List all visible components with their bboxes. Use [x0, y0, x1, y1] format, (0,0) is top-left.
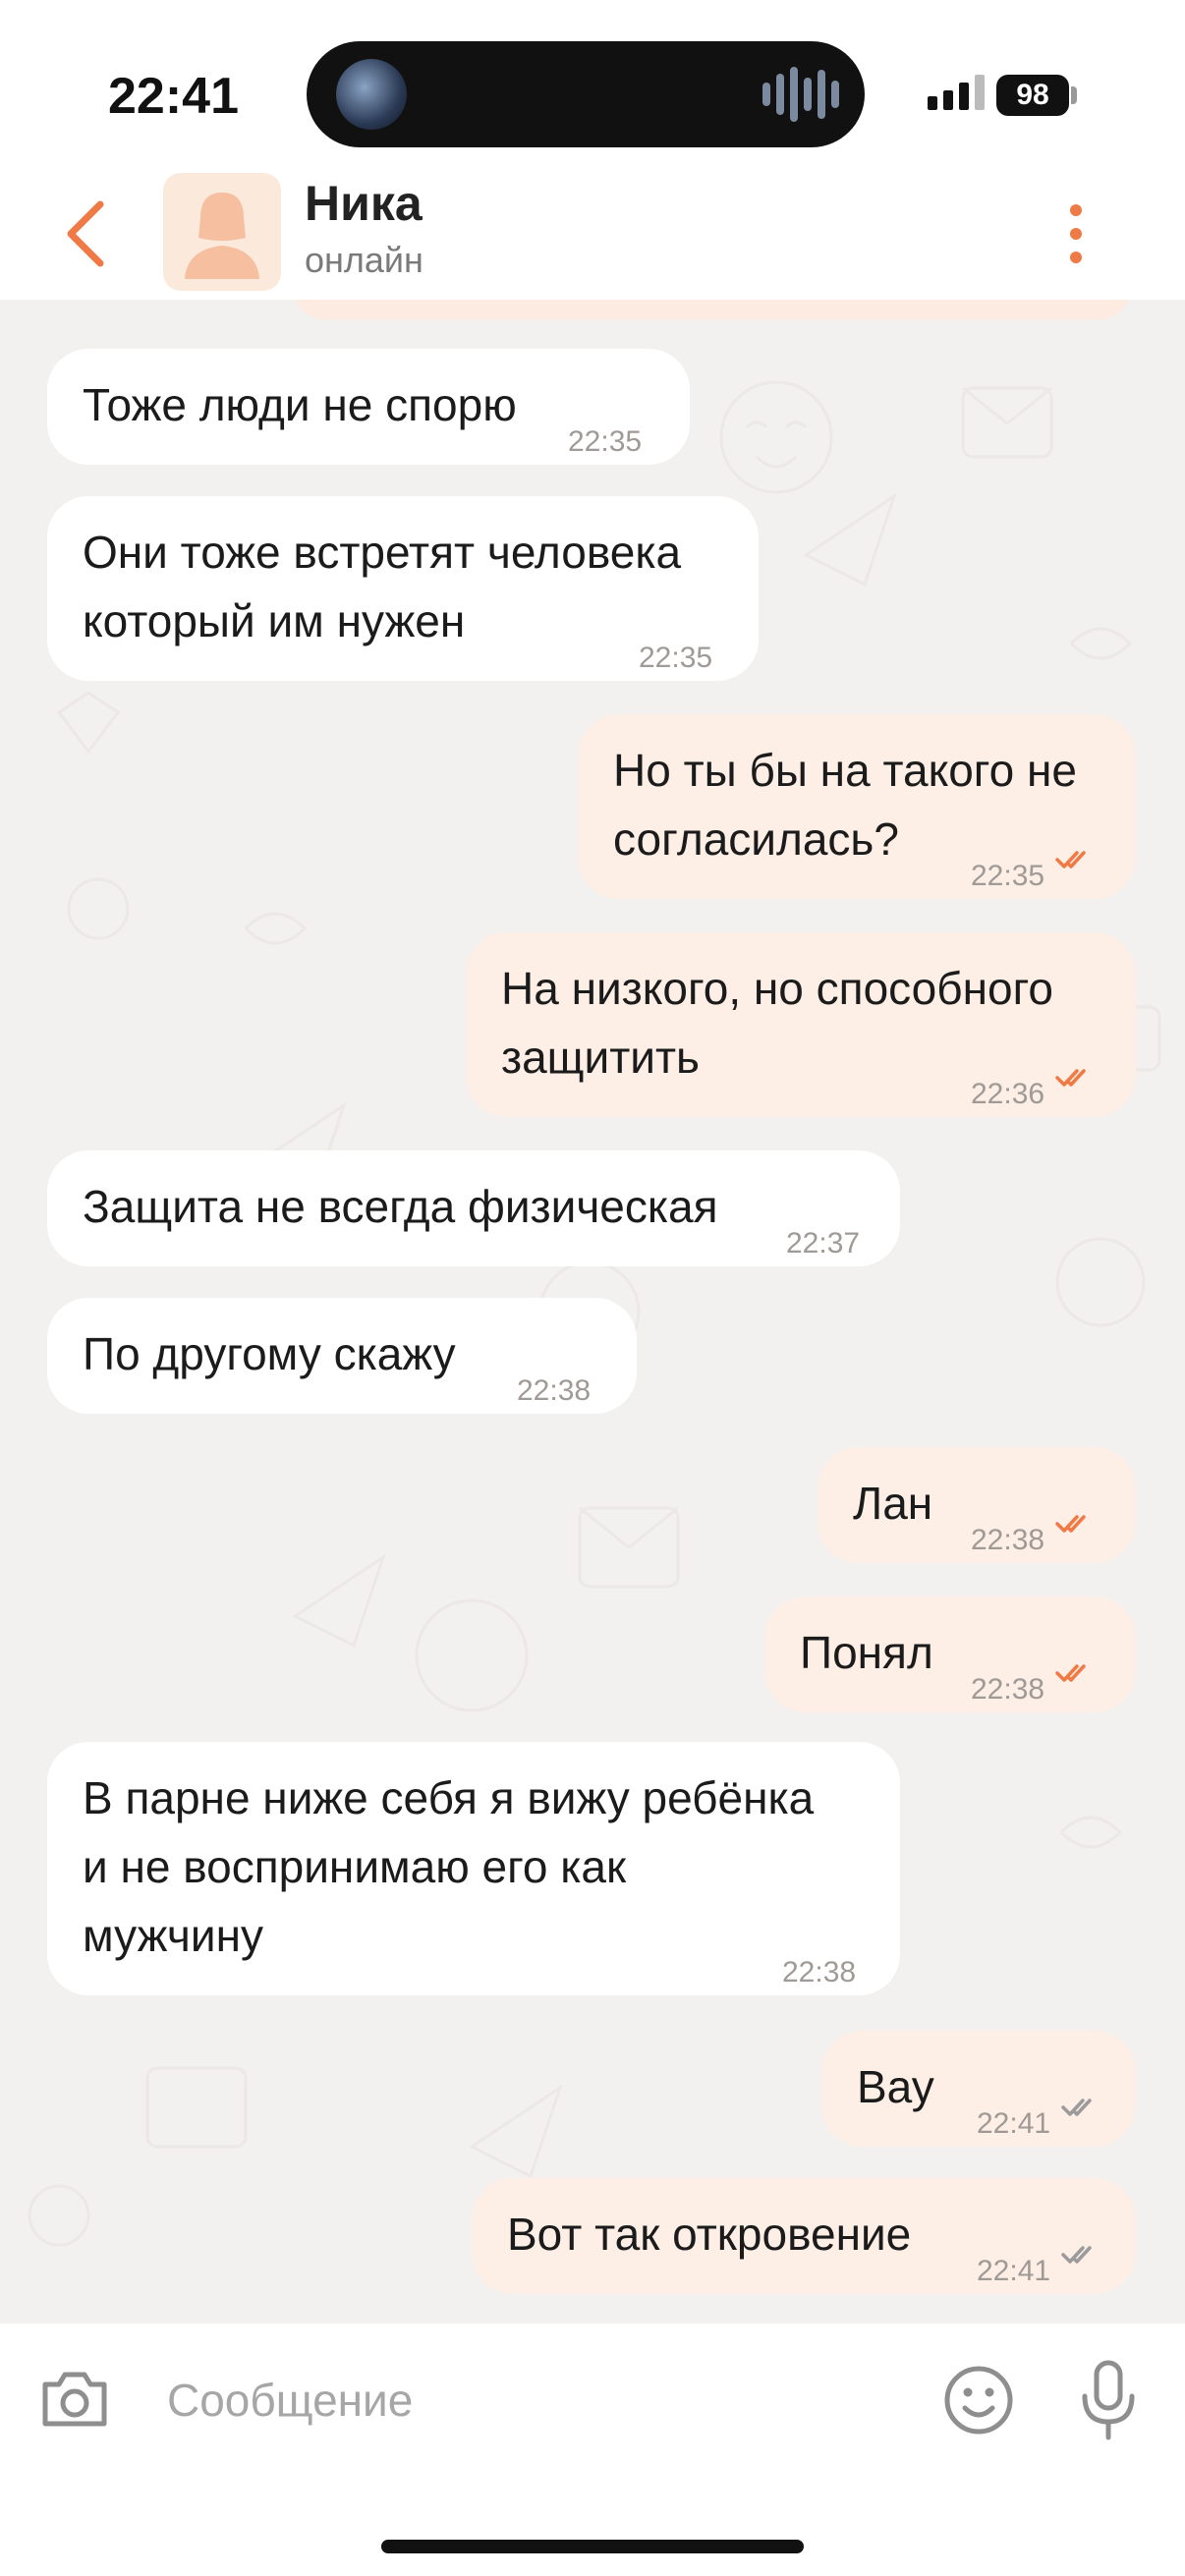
incoming-message[interactable]: Защита не всегда физическая 22:37	[47, 1150, 900, 1266]
now-playing-artwork	[336, 59, 407, 130]
message-time: 22:41	[977, 2107, 1051, 2140]
camera-icon	[42, 2372, 107, 2427]
delivered-ticks-icon	[1061, 2099, 1092, 2116]
audio-waveform-icon	[762, 65, 839, 124]
smiley-icon	[944, 2366, 1013, 2435]
outgoing-message[interactable]: Лан 22:38	[818, 1447, 1136, 1563]
camera-button[interactable]	[39, 2367, 110, 2432]
battery-icon	[1071, 86, 1077, 104]
vertical-dots-icon	[1070, 204, 1082, 216]
outgoing-message[interactable]: Понял 22:38	[764, 1596, 1136, 1712]
incoming-message[interactable]: Тоже люди не спорю 22:35	[47, 349, 690, 465]
more-options-button[interactable]	[1051, 196, 1100, 275]
dynamic-island[interactable]	[307, 41, 865, 147]
read-ticks-icon	[1055, 851, 1086, 868]
battery-level: 98	[996, 75, 1069, 116]
message-time: 22:35	[639, 642, 713, 674]
emoji-button[interactable]	[941, 2363, 1016, 2437]
message-time: 22:38	[782, 1956, 857, 1988]
voice-message-button[interactable]	[1077, 2359, 1140, 2441]
message-list[interactable]: Тоже люди не спорю 22:35 Они тоже встретят…	[0, 300, 1185, 2324]
message-text: Понял	[800, 1627, 933, 1678]
message-time: 22:41	[977, 2255, 1051, 2287]
message-text: Вот так откровение	[507, 2209, 912, 2260]
message-text: По другому скажу	[83, 1328, 456, 1379]
contact-name[interactable]: Ника	[305, 175, 423, 232]
back-button[interactable]	[57, 195, 116, 273]
message-text: Защита не всегда физическая	[83, 1181, 718, 1232]
chat-header: Ника онлайн	[0, 167, 1185, 300]
message-time: 22:36	[971, 1078, 1045, 1110]
status-bar: 22:41 98	[0, 0, 1185, 177]
microphone-icon	[1082, 2360, 1135, 2440]
message-time: 22:38	[971, 1524, 1045, 1556]
message-time: 22:38	[517, 1374, 592, 1407]
read-ticks-icon	[1055, 1069, 1086, 1087]
message-time: 22:35	[568, 425, 643, 458]
outgoing-message[interactable]: Но ты бы на такого не согласилась? 22:35	[578, 714, 1136, 899]
outgoing-message[interactable]: Вау 22:41	[821, 2031, 1136, 2147]
status-time: 22:41	[108, 68, 239, 125]
message-text: Они тоже встретят человека который им ну…	[83, 527, 682, 646]
message-time: 22:35	[971, 860, 1045, 892]
avatar[interactable]	[163, 173, 281, 291]
previous-message-edge	[295, 300, 1130, 319]
message-text: В парне ниже себя я вижу ребёнка и не во…	[83, 1772, 815, 1961]
contact-status: онлайн	[305, 240, 423, 280]
outgoing-message[interactable]: Вот так откровение 22:41	[472, 2178, 1136, 2294]
chevron-left-icon	[67, 200, 104, 267]
message-text: Лан	[853, 1478, 933, 1529]
outgoing-message[interactable]: На низкого, но способного защитить 22:36	[466, 932, 1136, 1117]
read-ticks-icon	[1055, 1664, 1086, 1682]
message-input[interactable]	[138, 2359, 963, 2441]
delivered-ticks-icon	[1061, 2246, 1092, 2264]
read-ticks-icon	[1055, 1515, 1086, 1533]
person-silhouette-icon	[185, 193, 259, 279]
message-input-bar	[0, 2324, 1185, 2576]
message-time: 22:37	[786, 1227, 861, 1260]
incoming-message[interactable]: В парне ниже себя я вижу ребёнка и не во…	[47, 1742, 900, 1995]
incoming-message[interactable]: Они тоже встретят человека который им ну…	[47, 496, 759, 681]
message-time: 22:38	[971, 1673, 1045, 1706]
message-text: Вау	[857, 2061, 934, 2112]
home-indicator[interactable]	[381, 2540, 804, 2553]
message-text: Тоже люди не спорю	[83, 379, 517, 430]
incoming-message[interactable]: По другому скажу 22:38	[47, 1298, 637, 1414]
cellular-signal-icon	[928, 75, 985, 110]
